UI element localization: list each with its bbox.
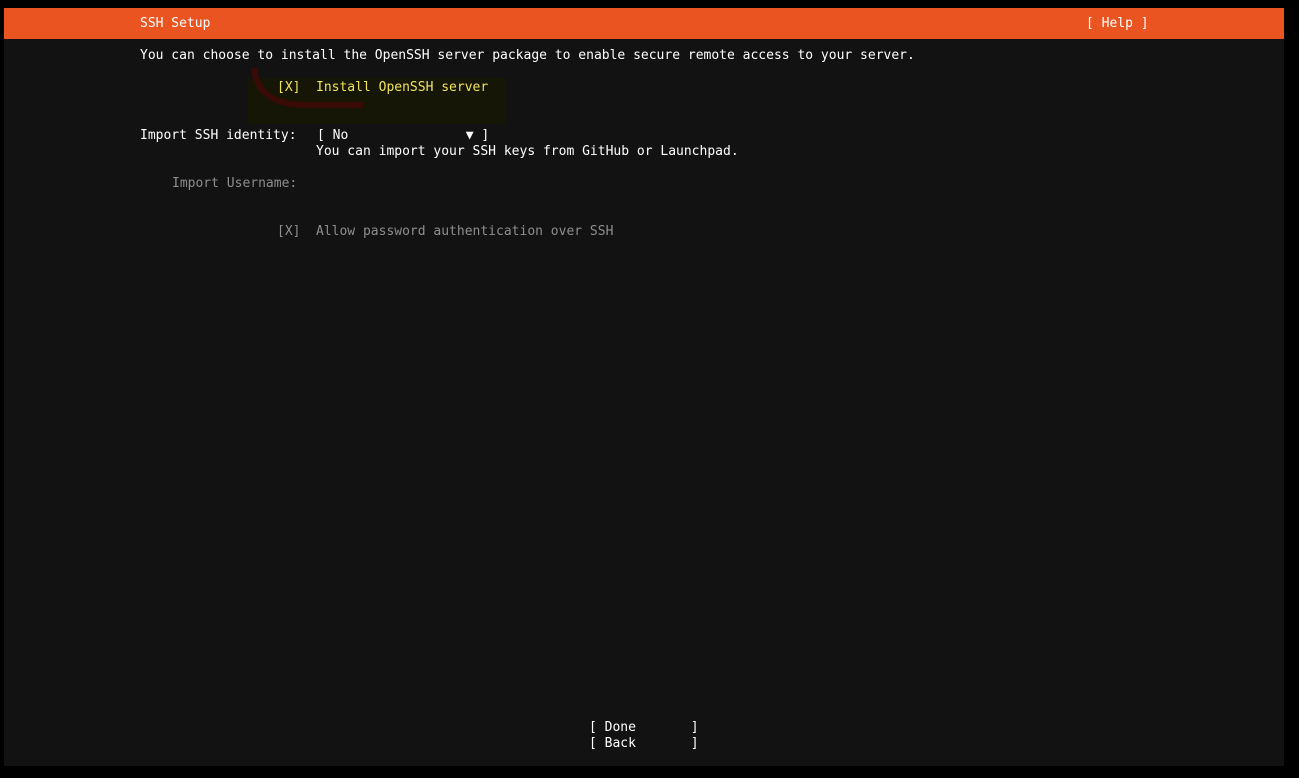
installer-screen: SSH Setup [ Help ] You can choose to ins… — [4, 8, 1284, 766]
page-title: SSH Setup — [140, 16, 211, 31]
back-button[interactable]: [ Back ] — [589, 736, 699, 752]
install-openssh-checkbox[interactable]: [X] — [277, 80, 300, 96]
import-username-label: Import Username: — [172, 176, 298, 191]
help-button[interactable]: [ Help ] — [1086, 16, 1149, 31]
import-identity-help: You can import your SSH keys from GitHub… — [316, 144, 739, 159]
import-identity-select[interactable]: [ No ▼ ] — [317, 128, 489, 144]
allow-password-checkbox[interactable]: [X] — [277, 224, 300, 240]
intro-text: You can choose to install the OpenSSH se… — [140, 48, 915, 63]
header-bar: SSH Setup [ Help ] — [4, 8, 1284, 39]
done-button[interactable]: [ Done ] — [589, 720, 699, 736]
install-openssh-label[interactable]: Install OpenSSH server — [316, 80, 488, 96]
allow-password-label[interactable]: Allow password authentication over SSH — [316, 224, 613, 240]
import-identity-label: Import SSH identity: — [140, 128, 297, 143]
import-username-field[interactable] — [316, 176, 696, 192]
